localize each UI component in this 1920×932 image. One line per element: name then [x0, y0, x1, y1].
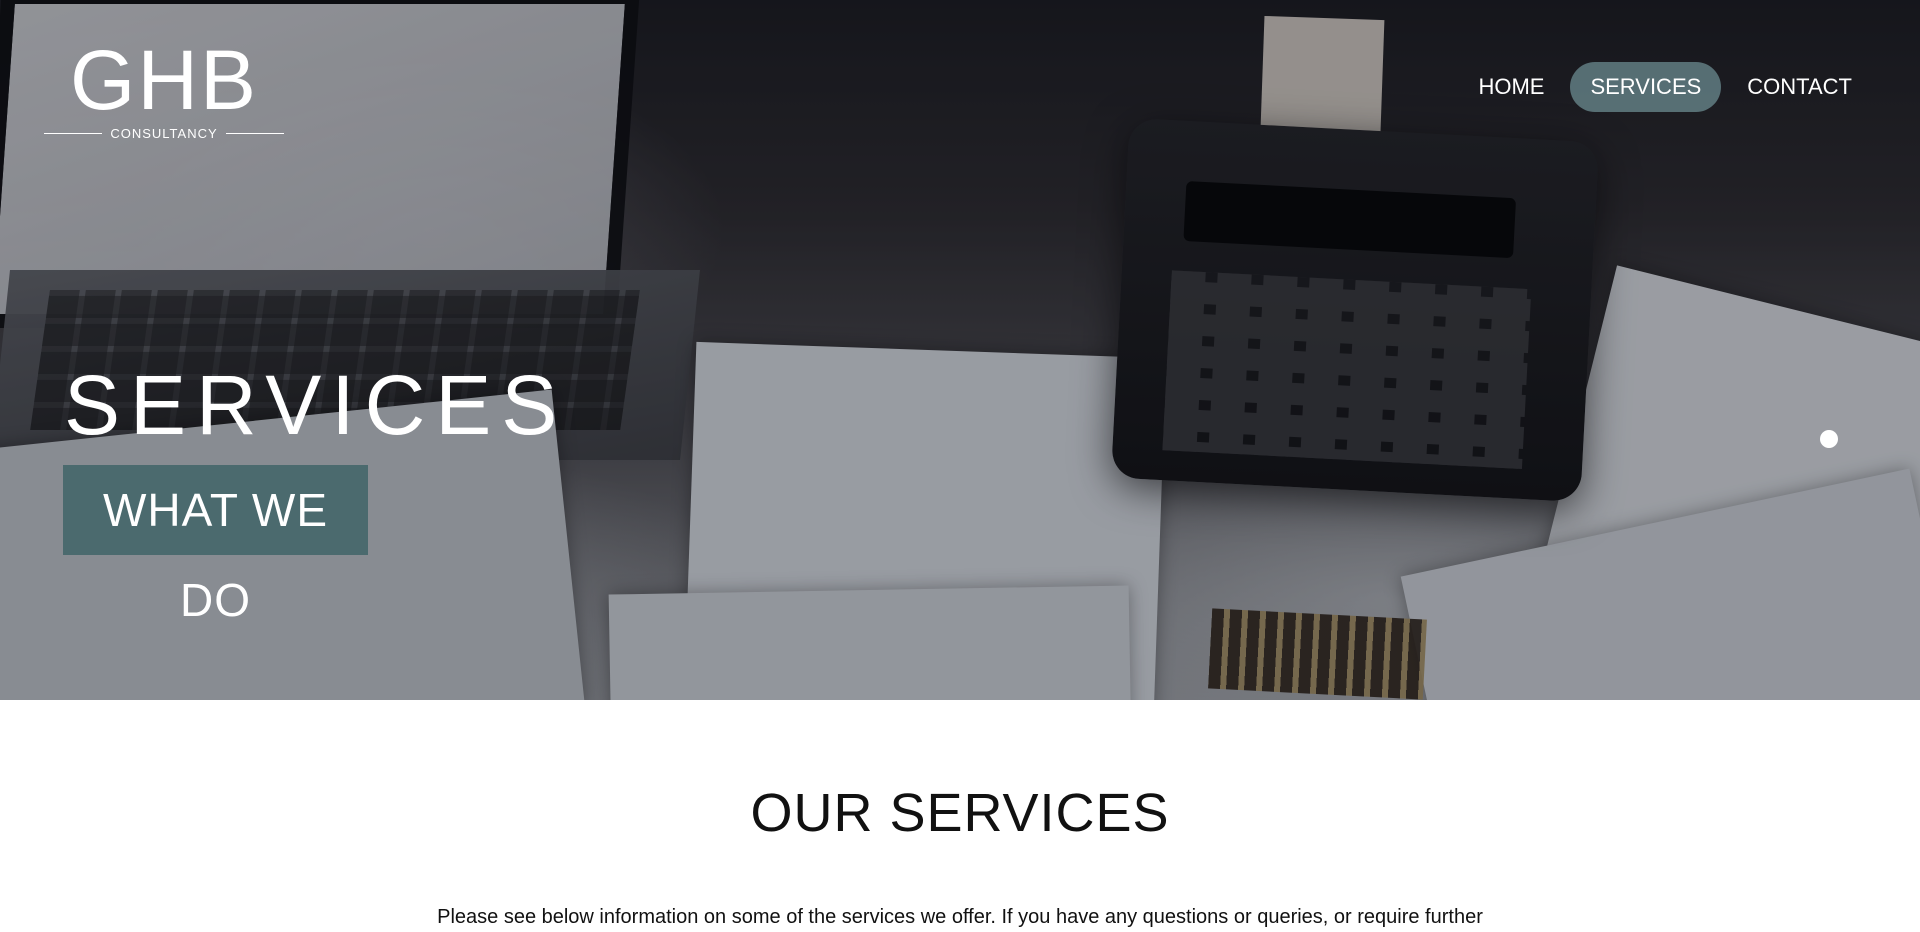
section-heading: OUR SERVICES: [750, 783, 1170, 843]
nav-contact[interactable]: CONTACT: [1727, 62, 1872, 112]
logo-subtitle: CONSULTANCY: [110, 126, 218, 141]
main-nav: HOME SERVICES CONTACT: [1458, 62, 1872, 112]
hero-title: SERVICES: [64, 358, 568, 452]
logo-divider: [225, 133, 284, 134]
section-intro: Please see below information on some of …: [437, 906, 1483, 928]
nav-services[interactable]: SERVICES: [1570, 62, 1722, 112]
logo-mark: GHB: [69, 33, 259, 127]
site-logo[interactable]: GHB CONSULTANCY: [44, 33, 284, 141]
logo-subtitle-row: CONSULTANCY: [44, 126, 284, 141]
hero-banner: GHB CONSULTANCY HOME SERVICES CONTACT SE…: [0, 0, 1920, 700]
nav-home[interactable]: HOME: [1458, 62, 1564, 112]
logo-divider: [44, 133, 103, 134]
hero-badge: WHAT WE DO: [63, 465, 368, 626]
slider-dot[interactable]: [1820, 430, 1838, 448]
